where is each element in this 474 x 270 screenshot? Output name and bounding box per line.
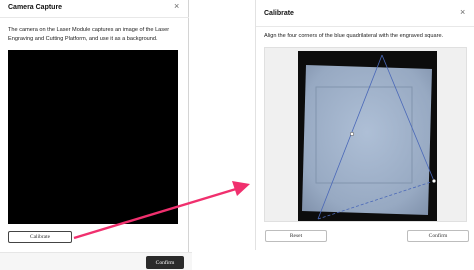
arrow-annotation (73, 187, 237, 240)
arrow-head (232, 181, 250, 196)
annotation-overlay (73, 181, 250, 240)
